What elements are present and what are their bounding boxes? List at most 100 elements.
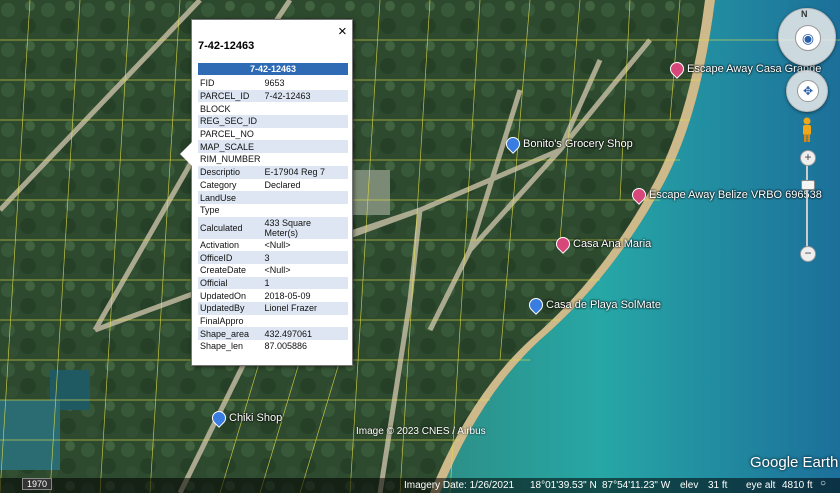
zoom-in-button[interactable]: +	[800, 150, 816, 166]
place-label: Casa Ana Maria	[573, 238, 652, 250]
attribute-key: OfficeID	[198, 251, 263, 264]
attribute-key: UpdatedOn	[200, 290, 247, 301]
attribute-value: Declared	[264, 179, 301, 190]
imagery-copyright: Image © 2023 CNES / Airbus	[356, 426, 486, 437]
imagery-date: Imagery Date: 1/26/2021	[404, 480, 515, 491]
attribute-row: PARCEL_NO	[198, 128, 348, 141]
shop-pin-icon	[209, 408, 229, 428]
attribute-row: MAP_SCALE	[198, 140, 348, 154]
attribute-row: Category Declared	[198, 179, 348, 192]
attribute-value: 1	[262, 276, 348, 290]
attribute-row: Activation <Null>	[198, 239, 348, 252]
attribute-key: RIM_NUMBER	[200, 154, 261, 165]
attribute-key: PARCEL_ID	[198, 89, 263, 103]
attribute-key: Descriptio	[198, 165, 263, 179]
attribute-row: RIM_NUMBER	[198, 153, 348, 166]
balloon-title: 7-42-12463	[198, 40, 255, 52]
google-earth-logo: Google Earth	[750, 454, 839, 471]
attribute-row: FinalAppro	[198, 315, 348, 328]
attribute-value: 432.497061	[262, 327, 348, 341]
attribute-row: Official 1	[198, 276, 348, 290]
historical-imagery-year[interactable]: 1970	[22, 478, 53, 490]
attribute-key: Official	[198, 276, 263, 290]
attribute-table-header: 7-42-12463	[198, 63, 348, 75]
longitude-readout: 87°54'11.23" W	[602, 480, 671, 491]
parcel-info-balloon: × 7-42-12463 7-42-12463 FID 9653 PARCEL_ID…	[180, 19, 353, 366]
attribute-value	[263, 315, 348, 328]
attribute-row: UpdatedOn 2018-05-09	[198, 289, 348, 302]
attribute-row: BLOCK	[198, 102, 348, 115]
eye-altitude-label: eye alt	[746, 480, 776, 491]
place-escape-away-belize[interactable]: Escape Away Belize VRBO 696538	[629, 185, 822, 205]
attribute-value	[263, 128, 348, 141]
move-navigation-control[interactable]: ✥	[786, 70, 828, 112]
north-indicator[interactable]: N	[801, 9, 808, 19]
place-casa-de-playa[interactable]: Casa de Playa SolMate	[526, 295, 661, 315]
street-view-pegman-icon[interactable]	[800, 117, 814, 143]
attribute-row: CreateDate <Null>	[198, 264, 348, 277]
eye-look-icon[interactable]: ◉	[795, 25, 821, 51]
status-bar: 1970 Imagery Date: 1/26/2021 18°01'39.53…	[0, 478, 840, 493]
close-icon[interactable]: ×	[338, 23, 347, 40]
elevation-label: elev	[680, 480, 699, 491]
attribute-key: Calculated	[198, 216, 263, 239]
attribute-row: LandUse	[198, 191, 348, 204]
attribute-row: Shape_area 432.497061	[198, 327, 348, 341]
place-label: Bonito's Grocery Shop	[523, 138, 633, 150]
pink-location-pin-icon	[629, 185, 649, 205]
attribute-key: LandUse	[198, 191, 263, 204]
attribute-value	[263, 204, 348, 217]
shop-pin-icon	[503, 134, 523, 154]
compass-navigation-control[interactable]: N ◉	[778, 8, 836, 66]
eye-altitude-value: 4810 ft	[782, 480, 813, 491]
place-bonitos-grocery[interactable]: Bonito's Grocery Shop	[503, 134, 633, 154]
attribute-value	[262, 115, 348, 128]
attribute-key: Type	[200, 205, 220, 216]
zoom-track[interactable]	[806, 164, 808, 248]
attribute-value: 433 Square Meter(s)	[262, 216, 348, 239]
place-label: Escape Away Belize VRBO 696538	[649, 189, 822, 201]
pink-location-pin-icon	[667, 59, 687, 79]
attribute-value	[262, 140, 348, 154]
map-view[interactable]: Escape Away Casa Grande Bonito's Grocery…	[0, 0, 840, 493]
attribute-row: Type	[198, 204, 348, 217]
attribute-row: UpdatedBy Lionel Frazer	[198, 302, 348, 315]
attribute-key: CreateDate	[200, 265, 247, 276]
attribute-key: REG_SEC_ID	[198, 115, 263, 128]
pink-location-pin-icon	[553, 234, 573, 254]
zoom-slider-handle[interactable]	[801, 180, 815, 190]
attribute-value: E-17904 Reg 7	[262, 165, 348, 179]
place-label: Chiki Shop	[229, 412, 283, 424]
attribute-value: 87.005886	[264, 341, 308, 352]
attribute-value: Lionel Frazer	[262, 302, 348, 315]
attribute-key: BLOCK	[200, 103, 231, 114]
attribute-row: Calculated 433 Square Meter(s)	[198, 216, 348, 239]
attribute-value: <Null>	[264, 265, 291, 276]
attribute-key: Shape_len	[200, 341, 244, 352]
place-casa-ana-maria[interactable]: Casa Ana Maria	[553, 234, 652, 254]
attribute-value: 9653	[264, 78, 285, 89]
attribute-key: FinalAppro	[200, 316, 244, 327]
attribute-value: <Null>	[264, 239, 291, 250]
place-label: Casa de Playa SolMate	[546, 299, 661, 311]
attribute-row: PARCEL_ID 7-42-12463	[198, 89, 348, 103]
attribute-value: 3	[262, 251, 348, 264]
attribute-row: OfficeID 3	[198, 251, 348, 264]
zoom-out-button[interactable]: −	[800, 246, 816, 262]
attribute-key: PARCEL_NO	[200, 129, 254, 140]
attribute-key: Activation	[200, 239, 240, 250]
attribute-key: UpdatedBy	[198, 302, 263, 315]
attribute-key: MAP_SCALE	[198, 140, 263, 154]
hand-move-icon[interactable]: ✥	[797, 80, 819, 102]
attribute-row: REG_SEC_ID	[198, 115, 348, 128]
attribute-key: FID	[200, 78, 215, 89]
attribute-row: Descriptio E-17904 Reg 7	[198, 165, 348, 179]
streaming-indicator-icon: ○	[820, 478, 827, 489]
attribute-row: FID 9653	[198, 77, 348, 90]
attribute-key: Shape_area	[198, 327, 263, 341]
attribute-key: Category	[200, 179, 237, 190]
attribute-table: FID 9653 PARCEL_ID 7-42-12463 BLOCK REG_SEC_I…	[198, 77, 348, 353]
place-chiki-shop[interactable]: Chiki Shop	[209, 408, 283, 428]
zoom-slider[interactable]: + −	[800, 150, 816, 262]
balloon-pointer	[180, 142, 192, 166]
